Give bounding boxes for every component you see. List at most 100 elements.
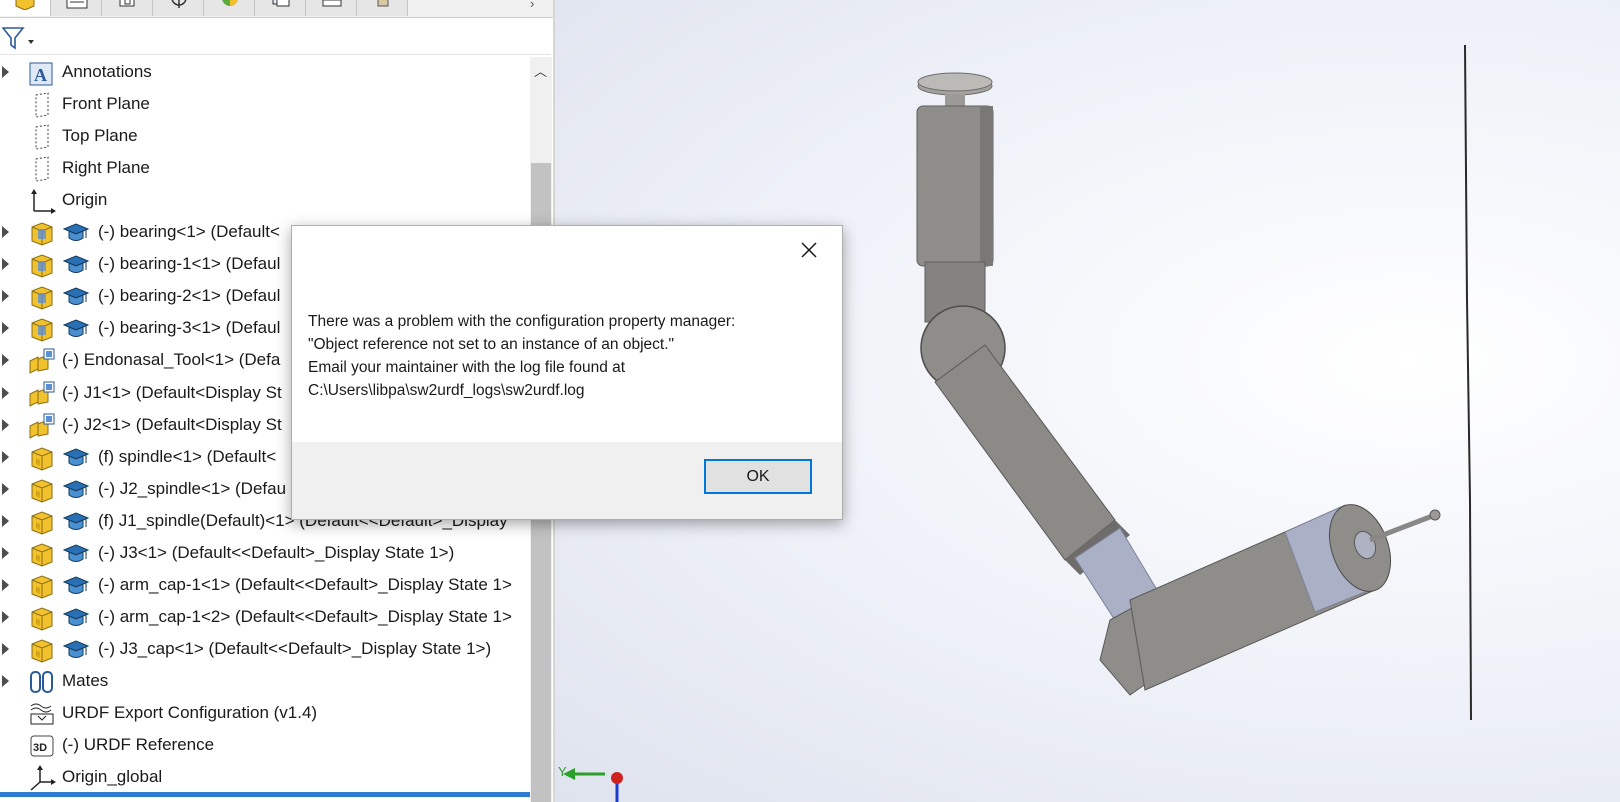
tree-item[interactable]: Top Plane [0, 121, 530, 151]
tab-display-manager[interactable] [204, 0, 255, 16]
tree-item[interactable]: (-) arm_cap-1<2> (Default<<Default>_Disp… [0, 602, 530, 632]
tree-item[interactable]: Origin_global [0, 762, 530, 792]
expand-arrow-icon[interactable] [2, 290, 9, 303]
tree-item-label: (-) arm_cap-1<2> (Default<<Default>_Disp… [98, 606, 512, 626]
dialog-message-line: "Object reference not set to an instance… [308, 336, 674, 353]
tree-item[interactable]: (-) arm_cap-1<1> (Default<<Default>_Disp… [0, 570, 530, 600]
selection-highlight [0, 792, 530, 797]
property-manager-icon [66, 0, 88, 9]
part-icon [28, 315, 56, 343]
tree-item-label: (-) Endonasal_Tool<1> (Defa [62, 350, 281, 370]
expand-arrow-icon[interactable] [2, 354, 9, 367]
assembly-icon [28, 380, 56, 408]
expand-arrow-icon[interactable] [2, 578, 9, 591]
plane-icon [28, 91, 56, 119]
tree-item[interactable]: Right Plane [0, 153, 530, 183]
tab-dimxpert-manager[interactable] [153, 0, 204, 16]
more-tabs-chevron-icon[interactable]: › [530, 0, 534, 11]
expand-arrow-icon[interactable] [2, 514, 9, 527]
tree-item[interactable]: 3D (-) URDF Reference [0, 730, 530, 760]
tree-item-label: (-) arm_cap-1<1> (Default<<Default>_Disp… [98, 574, 512, 594]
dialog-footer: OK [292, 442, 842, 519]
tab-custom-addin[interactable] [357, 0, 408, 16]
simulation-cap-icon [62, 219, 90, 247]
part-yellow-icon [28, 444, 56, 472]
urdf-config-icon [28, 700, 56, 728]
close-icon[interactable] [797, 238, 821, 262]
expand-arrow-icon[interactable] [2, 66, 9, 78]
tab-property-manager[interactable] [51, 0, 102, 16]
tree-item-label: Origin [62, 190, 108, 210]
expand-arrow-icon[interactable] [2, 610, 9, 623]
expand-arrow-icon[interactable] [2, 546, 9, 559]
expand-arrow-icon[interactable] [2, 482, 9, 495]
expand-arrow-icon[interactable] [2, 322, 9, 335]
tree-item[interactable]: Origin [0, 185, 530, 215]
tree-filter-bar [0, 18, 551, 55]
part-icon [28, 251, 56, 279]
triad-origin [611, 772, 623, 784]
tree-item-label: (f) spindle<1> (Default< [98, 446, 277, 466]
tree-item-label: (-) bearing<1> (Default< [98, 222, 280, 242]
tree-item-label: Right Plane [62, 158, 150, 178]
urdf-export-icon [272, 0, 290, 7]
tree-item-label: (-) URDF Reference [62, 735, 215, 755]
tab-configuration-manager[interactable] [102, 0, 153, 16]
tree-item-label: Annotations [62, 62, 152, 81]
expand-arrow-icon[interactable] [2, 642, 9, 655]
tree-item[interactable]: A Annotations [0, 57, 530, 87]
tree-item[interactable]: Front Plane [0, 89, 530, 119]
tree-item-label: (-) bearing-1<1> (Defaul [98, 254, 281, 274]
tree-item-label: Origin_global [62, 767, 163, 787]
expand-arrow-icon[interactable] [2, 386, 9, 399]
scroll-up-arrow-icon[interactable]: ︿ [534, 61, 547, 80]
tree-item-label: (-) J2<1> (Default<Display St [62, 414, 282, 434]
coordinate-system-icon [28, 764, 56, 792]
display-manager-icon [222, 0, 238, 6]
part-icon [28, 219, 56, 247]
simulation-cap-icon [62, 444, 90, 472]
part-yellow-icon [28, 636, 56, 664]
manager-tab-strip: › [0, 0, 555, 18]
expand-arrow-icon[interactable] [2, 450, 9, 463]
tab-motion-study[interactable] [306, 0, 357, 16]
dialog-message-line: There was a problem with the configurati… [308, 313, 736, 330]
tree-item-label: Mates [62, 670, 109, 690]
motion-study-icon [322, 0, 342, 7]
tree-item[interactable]: Mates [0, 666, 530, 696]
expand-arrow-icon[interactable] [2, 226, 9, 239]
part-yellow-icon [28, 508, 56, 536]
tree-item-label: Top Plane [62, 126, 138, 146]
assembly-icon [28, 347, 56, 375]
ok-button[interactable]: OK [704, 459, 812, 494]
simulation-cap-icon [62, 604, 90, 632]
expand-arrow-icon[interactable] [2, 418, 9, 431]
error-dialog: There was a problem with the configurati… [291, 225, 843, 520]
simulation-cap-icon [62, 251, 90, 279]
plane-icon [28, 155, 56, 183]
dialog-message-line: Email your maintainer with the log file … [308, 359, 626, 376]
expand-arrow-icon[interactable] [2, 674, 9, 687]
simulation-cap-icon [62, 636, 90, 664]
dialog-message: There was a problem with the configurati… [308, 310, 828, 402]
simulation-cap-icon [62, 283, 90, 311]
filter-icon[interactable] [2, 26, 38, 50]
tree-item[interactable]: URDF Export Configuration (v1.4) [0, 698, 530, 728]
tree-item-label: (-) J1<1> (Default<Display St [62, 382, 282, 402]
tree-item-label: (-) J2_spindle<1> (Defau [98, 478, 287, 498]
3d-sketch-icon: 3D [28, 732, 56, 760]
tree-item[interactable]: (-) J3<1> (Default<<Default>_Display Sta… [0, 538, 530, 568]
feature-manager-icon [15, 0, 35, 10]
tab-urdf-export[interactable] [255, 0, 306, 16]
tree-item-label: (-) bearing-3<1> (Defaul [98, 318, 281, 338]
tree-item[interactable]: (-) J3_cap<1> (Default<<Default>_Display… [0, 634, 530, 664]
tree-item-label: Front Plane [62, 94, 150, 114]
svg-text:3D: 3D [33, 742, 47, 754]
svg-text:A: A [34, 65, 47, 85]
annotations-icon: A [28, 59, 56, 87]
part-yellow-icon [28, 604, 56, 632]
expand-arrow-icon[interactable] [2, 258, 9, 271]
configuration-manager-icon [119, 0, 135, 7]
simulation-cap-icon [62, 572, 90, 600]
tab-feature-manager[interactable] [0, 0, 51, 16]
